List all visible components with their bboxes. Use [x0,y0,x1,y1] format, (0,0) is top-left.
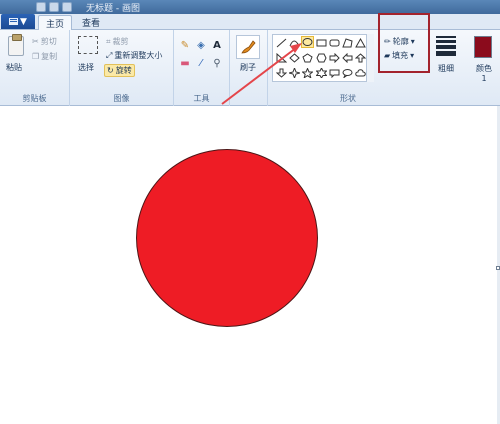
diamond-shape-icon[interactable] [288,52,301,64]
brushes-button[interactable]: 刷子 [240,62,256,73]
five-point-star-icon[interactable] [301,67,314,79]
resize-icon: ⤢ [106,50,113,60]
oval-callout-icon[interactable] [341,67,354,79]
scissors-icon: ✂ [32,37,39,46]
shapes-gallery [272,34,374,82]
crop-button[interactable]: ⌗ 裁剪 [106,36,129,47]
outline-pen-icon: ✏ [384,37,391,46]
rotate-icon: ↻ [107,66,114,75]
undo-quick-icon[interactable] [49,2,59,12]
group-brushes: 刷子 [230,30,268,106]
pencil-icon[interactable]: ✎ [178,38,192,52]
group-clipboard: 粘贴 ✂ 剪切 ❐ 复制 剪贴板 [0,30,70,106]
copy-icon: ❐ [32,52,40,61]
fill-bucket-icon[interactable]: ◈ [194,38,208,52]
color1-button[interactable]: 颜色 1 [474,64,494,84]
oval-shape-icon[interactable] [301,36,314,48]
ribbon: 粘贴 ✂ 剪切 ❐ 复制 剪贴板 选择 ⌗ 裁剪 ⤢ 重新调整大小 ↻ 旋转 图… [0,13,500,106]
outline-button[interactable]: ✏ 轮廓 ▾ [384,36,415,47]
quick-access-toolbar [36,2,72,12]
group-image: 选择 ⌗ 裁剪 ⤢ 重新调整大小 ↻ 旋转 图像 [70,30,174,106]
select-button[interactable]: 选择 [78,62,94,73]
cut-button[interactable]: ✂ 剪切 [32,36,57,47]
left-arrow-shape-icon[interactable] [341,52,354,64]
fill-bucket-shape-icon: ▰ [384,51,391,60]
menu-icon [9,18,19,25]
tab-home[interactable]: 主页 [38,15,72,30]
six-point-star-icon[interactable] [315,67,328,79]
shapes-gallery-scrollbar[interactable] [366,34,374,82]
paste-button[interactable]: 粘贴 [6,62,22,73]
group-label-shapes: 形状 [340,94,356,103]
right-arrow-shape-icon[interactable] [328,52,341,64]
canvas-resize-handle[interactable] [496,266,500,270]
resize-button[interactable]: ⤢ 重新调整大小 [106,50,162,61]
curve-shape-icon[interactable] [288,37,301,49]
color-picker-icon[interactable]: ⁄ [194,56,208,70]
rotate-button[interactable]: ↻ 旋转 [104,64,135,77]
right-triangle-shape-icon[interactable] [275,52,288,64]
size-button[interactable]: 粗细 [436,64,456,74]
select-icon[interactable] [78,36,98,54]
redo-quick-icon[interactable] [62,2,72,12]
magnifier-icon[interactable]: ⚲ [210,56,224,70]
red-circle-shape[interactable] [136,149,318,327]
down-arrow-shape-icon[interactable] [275,67,288,79]
tab-view[interactable]: 查看 [74,15,108,30]
crop-icon: ⌗ [106,36,111,46]
fill-button[interactable]: ▰ 填充 ▾ [384,50,414,61]
hexagon-shape-icon[interactable] [315,52,328,64]
fill-dropdown-icon: ▾ [410,51,415,60]
rounded-callout-icon[interactable] [328,67,341,79]
copy-button[interactable]: ❐ 复制 [32,51,57,62]
outline-dropdown-icon: ▾ [410,37,415,46]
group-label-tools: 工具 [193,94,210,103]
file-menu-caret: ▼ [20,16,27,27]
line-size-icon[interactable] [436,36,456,58]
line-shape-icon[interactable] [275,37,288,49]
window-title: 无标题 - 画图 [86,4,140,14]
group-label-image: 图像 [113,94,130,103]
file-menu-button[interactable]: ▼ [1,14,35,29]
brush-icon[interactable] [236,35,260,59]
rectangle-shape-icon[interactable] [315,37,328,49]
color1-swatch[interactable] [474,36,492,58]
paste-icon[interactable] [8,34,24,56]
save-quick-icon[interactable] [36,2,46,12]
group-tools: ✎ ◈ A ▬ ⁄ ⚲ 工具 [174,30,230,106]
eraser-icon[interactable]: ▬ [178,56,192,70]
polygon-shape-icon[interactable] [341,37,354,49]
title-bar: 无标题 - 画图 [0,0,500,14]
pentagon-shape-icon[interactable] [301,52,314,64]
rounded-rectangle-shape-icon[interactable] [328,37,341,49]
text-tool-icon[interactable]: A [210,38,224,52]
four-point-star-icon[interactable] [288,67,301,79]
group-label-clipboard: 剪贴板 [22,94,47,103]
